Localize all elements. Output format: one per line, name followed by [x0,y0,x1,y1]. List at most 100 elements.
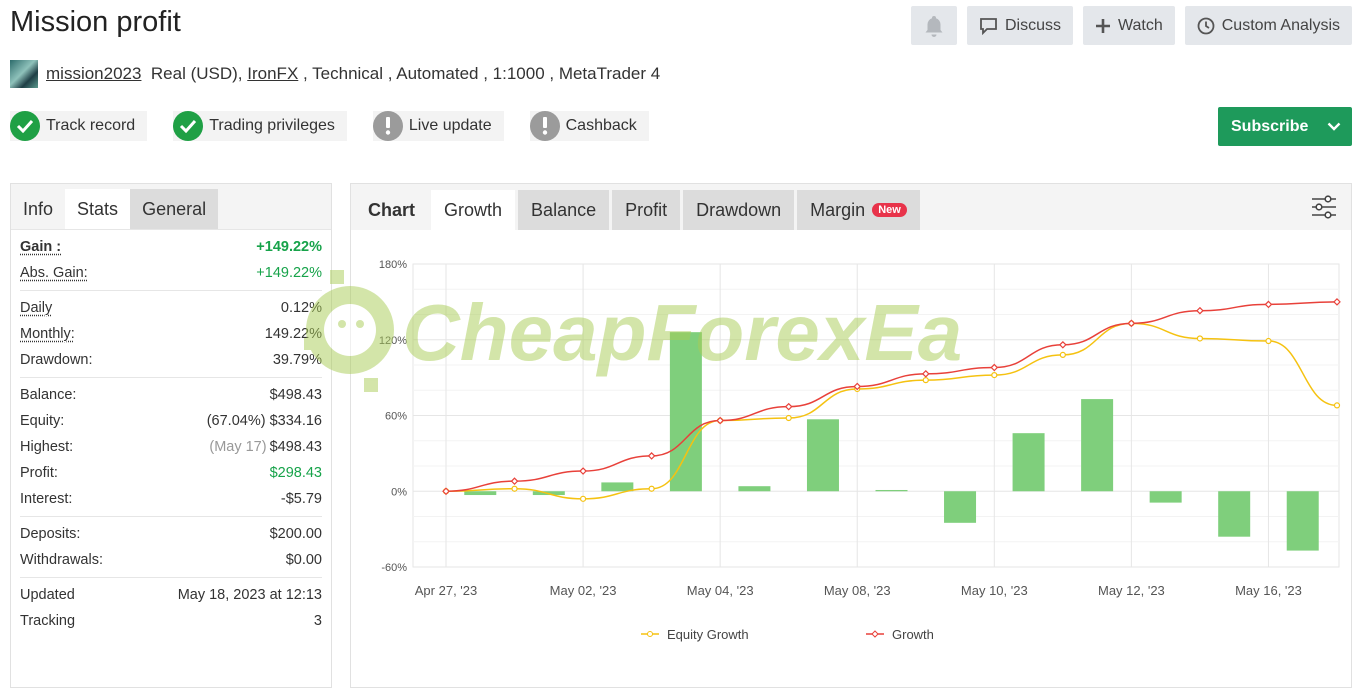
x-tick-label: May 08, '23 [824,583,891,598]
stat-abs-gain: Abs. Gain: +149.22% [20,265,322,281]
chart-settings-icon[interactable] [1311,195,1337,224]
bar [1012,433,1045,492]
page-title: Mission profit [10,6,181,38]
equity-point [1196,335,1204,342]
tab-growth[interactable]: Growth [431,190,516,230]
badge-live-update: Live update [372,111,504,141]
subscribe-label: Subscribe [1231,117,1309,135]
stat-highest: Highest: (May 17) $498.43 [20,439,322,455]
badge-label: Track record [46,117,136,134]
top-actions: Discuss Watch Custom Analysis [910,6,1352,45]
legend-label: Equity Growth [667,627,749,642]
badge-cashback: Cashback [529,111,649,141]
bar [806,419,839,492]
stat-equity: Equity: (67.04%) $334.16 [20,413,322,429]
user-link[interactable]: mission2023 [46,64,141,84]
bell-icon [925,15,943,37]
equity-point [648,485,655,492]
tab-margin[interactable]: Margin New [797,190,920,230]
legend-label: Growth [892,627,934,642]
stat-gain: Gain : +149.22% [20,239,322,255]
plus-icon [1095,18,1110,33]
notify-button[interactable] [910,6,957,45]
check-icon [173,111,204,141]
discuss-label: Discuss [1004,16,1061,34]
stat-tracking: Tracking 3 [20,613,322,629]
legend-marker [871,630,879,638]
stat-drawdown: Drawdown: 39.79% [20,352,322,368]
watch-label: Watch [1117,16,1163,34]
bar [464,491,497,496]
badge-track-record: Track record [10,111,148,141]
account-type: Real (USD), [150,64,243,83]
bar [875,489,908,492]
tab-stats[interactable]: Stats [65,189,131,229]
watch-button[interactable]: Watch [1082,6,1175,45]
equity-point [511,485,518,492]
equity-point [1333,402,1341,409]
stat-monthly: Monthly: 149.22% [20,326,322,342]
equity-point [991,372,998,379]
discuss-button[interactable]: Discuss [966,6,1073,45]
tab-drawdown[interactable]: Drawdown [683,190,795,230]
y-tick-label: -60% [381,562,407,574]
equity-point [922,377,929,384]
chart-tabs: Chart Growth Balance Profit Drawdown Mar… [351,184,1351,230]
avatar[interactable] [10,60,38,88]
bar [669,332,702,492]
x-tick-label: May 16, '23 [1235,583,1302,598]
chart-panel: Chart Growth Balance Profit Drawdown Mar… [350,183,1352,688]
y-tick-label: 0% [391,486,407,498]
tab-profit[interactable]: Profit [612,190,681,230]
exclamation-icon [372,111,403,141]
x-tick-label: May 10, '23 [961,583,1028,598]
exclamation-icon [529,111,560,141]
stat-daily: Daily 0.12% [20,300,322,316]
x-tick-label: May 02, '23 [550,583,617,598]
stats-tabs: Info Stats General [11,184,331,230]
stat-profit: Profit: $298.43 [20,465,322,481]
equity-point [1265,337,1272,345]
account-details: , Technical , Automated , 1:1000 , MetaT… [298,64,661,83]
badge-label: Cashback [565,117,637,134]
bar [1218,491,1251,537]
account-meta: mission2023 Real (USD), IronFX , Technic… [10,60,660,88]
equity-point [579,495,587,502]
comment-icon [980,17,997,35]
check-icon [10,111,40,141]
tab-general[interactable]: General [130,189,219,229]
equity-point [785,414,792,422]
subscribe-button[interactable]: Subscribe [1218,107,1352,146]
tab-balance[interactable]: Balance [518,190,610,230]
bar [944,491,977,523]
stats-panel: Info Stats General Gain : +149.22% Abs. G… [10,183,332,688]
badge-label: Live update [408,117,492,134]
bar [1286,491,1319,551]
y-tick-label: 120% [379,335,407,347]
legend-marker [647,631,653,637]
y-tick-label: 180% [379,259,407,271]
new-badge: New [872,203,907,217]
x-tick-label: Apr 27, '23 [415,583,477,598]
bar [1149,491,1182,503]
stat-interest: Interest: -$5.79 [20,491,322,507]
custom-analysis-label: Custom Analysis [1221,16,1340,34]
bar [601,482,634,492]
custom-analysis-button[interactable]: Custom Analysis [1184,6,1352,45]
clock-icon [1197,17,1215,34]
broker-link[interactable]: IronFX [247,64,298,84]
stat-balance: Balance: $498.43 [20,387,322,403]
bar [738,486,771,492]
stat-withdrawals: Withdrawals: $0.00 [20,552,322,568]
stat-deposits: Deposits: $200.00 [20,526,322,542]
tab-info[interactable]: Info [11,189,65,229]
x-tick-label: May 04, '23 [687,583,754,598]
chart-tabs-label: Chart [368,199,416,220]
bar [1081,399,1114,492]
x-tick-label: May 12, '23 [1098,583,1165,598]
badge-label: Trading privileges [209,117,335,134]
badge-trading-privileges: Trading privileges [173,111,347,141]
equity-point [1059,351,1066,359]
chevron-down-icon[interactable] [1316,107,1352,146]
growth-chart: -60% 0% 60% 120% 180% Apr 27, '23 May 02, '23 M… [379,259,1341,642]
